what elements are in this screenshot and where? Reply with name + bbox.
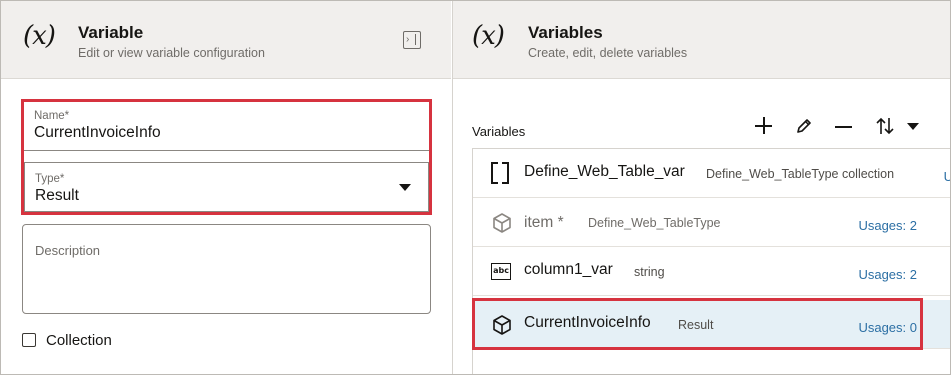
panel-subtitle: Edit or view variable configuration <box>78 46 265 60</box>
variables-panel: (x) Variables Create, edit, delete varia… <box>452 1 950 374</box>
variable-panel-header: (x) Variable Edit or view variable confi… <box>1 1 451 79</box>
abc-string-icon: abc <box>491 263 511 280</box>
list-item[interactable]: item * Define_Web_TableType Usages: 2 <box>473 198 950 247</box>
cube-icon <box>491 212 513 233</box>
variable-panel: (x) Variable Edit or view variable confi… <box>1 1 451 374</box>
collection-label: Collection <box>46 332 112 349</box>
panel-subtitle: Create, edit, delete variables <box>528 46 688 60</box>
edit-icon[interactable] <box>794 115 814 137</box>
usages-link[interactable]: U <box>944 169 950 184</box>
variable-type: Define_Web_TableType <box>588 216 721 230</box>
variables-x-icon: (x) <box>472 21 505 51</box>
usages-link[interactable]: Usages: 2 <box>858 267 917 282</box>
panel-title: Variables <box>528 23 603 42</box>
variables-panel-header: (x) Variables Create, edit, delete varia… <box>453 1 950 79</box>
remove-icon[interactable] <box>833 115 855 137</box>
usages-link[interactable]: Usages: 2 <box>858 218 917 233</box>
variable-name: Define_Web_Table_var <box>524 163 685 180</box>
variable-type: string <box>634 265 665 279</box>
panel-title: Variable <box>78 23 144 42</box>
variable-name: item * <box>524 214 564 231</box>
variables-list-label: Variables <box>472 124 526 139</box>
add-icon[interactable] <box>753 115 775 137</box>
collapse-panel-icon[interactable]: › <box>403 31 421 49</box>
variable-x-icon: (x) <box>23 21 56 51</box>
name-field-value[interactable]: CurrentInvoiceInfo <box>34 124 161 142</box>
name-field[interactable]: Name* CurrentInvoiceInfo <box>24 102 429 151</box>
chevron-down-icon[interactable] <box>399 184 411 191</box>
collection-bracket-icon <box>491 162 509 184</box>
variable-name: column1_var <box>524 261 613 278</box>
type-field-label: Type* <box>35 173 65 185</box>
name-field-label: Name* <box>34 110 70 122</box>
highlight-selected-row <box>472 298 923 350</box>
list-item[interactable]: Define_Web_Table_var Define_Web_TableTyp… <box>473 149 950 198</box>
collection-checkbox[interactable] <box>22 333 36 347</box>
type-field-value: Result <box>35 187 79 204</box>
description-label: Description <box>35 243 101 258</box>
variable-type: Define_Web_TableType collection <box>706 167 895 181</box>
sort-icon[interactable] <box>875 115 923 137</box>
type-select[interactable]: Type* Result <box>24 162 429 212</box>
description-textarea[interactable]: Description <box>22 224 431 314</box>
list-item[interactable]: abc column1_var string Usages: 2 <box>473 247 950 296</box>
